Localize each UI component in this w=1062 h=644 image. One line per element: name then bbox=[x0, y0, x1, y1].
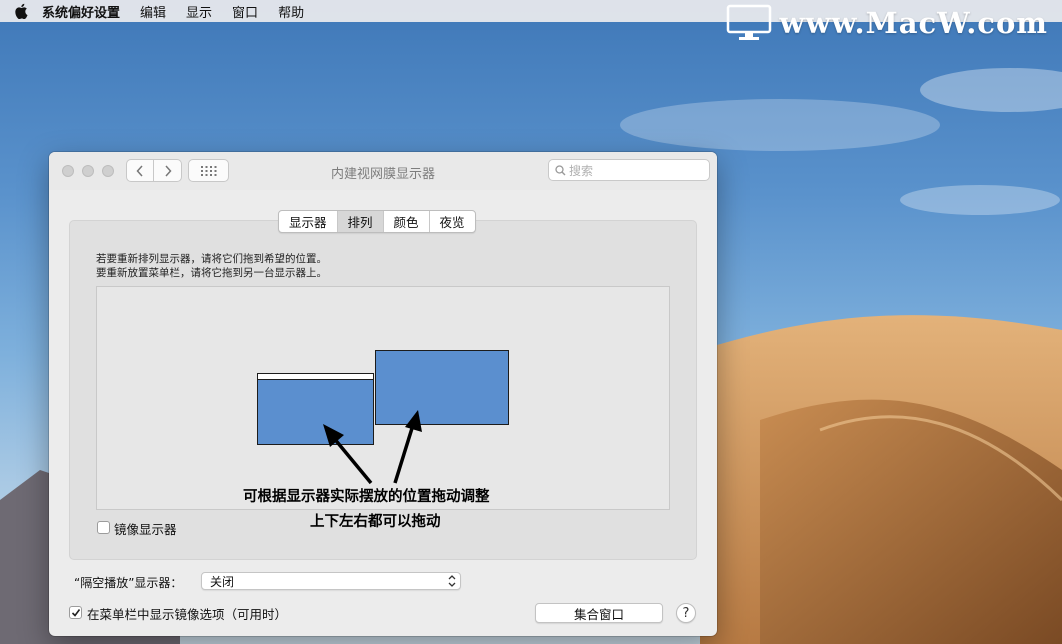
apple-menu-icon[interactable] bbox=[14, 3, 42, 19]
arrow-annotations bbox=[323, 410, 422, 485]
watermark: www.MacW.com bbox=[726, 4, 1048, 42]
display-arrangement-area: 可根据显示器实际摆放的位置拖动调整 bbox=[96, 286, 670, 510]
mirror-displays-label: 镜像显示器 bbox=[114, 522, 177, 537]
arrow-right bbox=[393, 410, 422, 484]
instructions: 若要重新排列显示器，请将它们拖到希望的位置。 要重新放置菜单栏，请将它拖到另一台… bbox=[96, 252, 327, 280]
airplay-value: 关闭 bbox=[210, 574, 235, 589]
search-placeholder: 搜索 bbox=[569, 163, 594, 178]
menu-view[interactable]: 显示 bbox=[186, 2, 212, 21]
menubar-mirror-label: 在菜单栏中显示镜像选项（可用时） bbox=[87, 607, 288, 622]
menu-edit[interactable]: 编辑 bbox=[140, 2, 166, 21]
updown-chevron-icon bbox=[448, 575, 456, 587]
title-bar: 内建视网膜显示器 搜索 bbox=[49, 152, 717, 190]
mirror-displays-checkbox[interactable] bbox=[97, 521, 110, 534]
tab-night-shift[interactable]: 夜览 bbox=[428, 211, 475, 232]
tab-bar: 显示器 排列 颜色 夜览 bbox=[278, 210, 476, 233]
tab-arrangement[interactable]: 排列 bbox=[336, 211, 383, 232]
menubar-mirror-checkbox[interactable] bbox=[69, 606, 82, 619]
instruction-line-2: 要重新放置菜单栏，请将它拖到另一台显示器上。 bbox=[96, 267, 327, 279]
monitor-logo-icon bbox=[726, 4, 771, 40]
checkmark-icon bbox=[71, 608, 80, 617]
gather-windows-button[interactable]: 集合窗口 bbox=[535, 603, 663, 623]
tab-color[interactable]: 颜色 bbox=[382, 211, 429, 232]
menu-app-name[interactable]: 系统偏好设置 bbox=[42, 2, 120, 21]
arrow-left bbox=[323, 424, 373, 485]
annotation-line-2: 上下左右都可以拖动 bbox=[310, 514, 441, 530]
display-preferences-window: 内建视网膜显示器 搜索 显示器 排列 颜色 夜览 若要重新排列显示器，请将它们拖… bbox=[49, 152, 717, 636]
instruction-line-1: 若要重新排列显示器，请将它们拖到希望的位置。 bbox=[96, 253, 327, 265]
search-icon bbox=[555, 164, 566, 175]
watermark-text: www.MacW.com bbox=[779, 6, 1048, 40]
menu-window[interactable]: 窗口 bbox=[232, 2, 258, 21]
annotation-line-1: 可根据显示器实际摆放的位置拖动调整 bbox=[243, 489, 490, 505]
tab-display[interactable]: 显示器 bbox=[279, 211, 337, 232]
menu-help[interactable]: 帮助 bbox=[278, 2, 304, 21]
airplay-popup[interactable]: 关闭 bbox=[201, 572, 461, 590]
help-button[interactable]: ? bbox=[676, 603, 696, 623]
search-field[interactable]: 搜索 bbox=[548, 159, 710, 181]
airplay-label: “隔空播放”显示器： bbox=[74, 576, 183, 590]
